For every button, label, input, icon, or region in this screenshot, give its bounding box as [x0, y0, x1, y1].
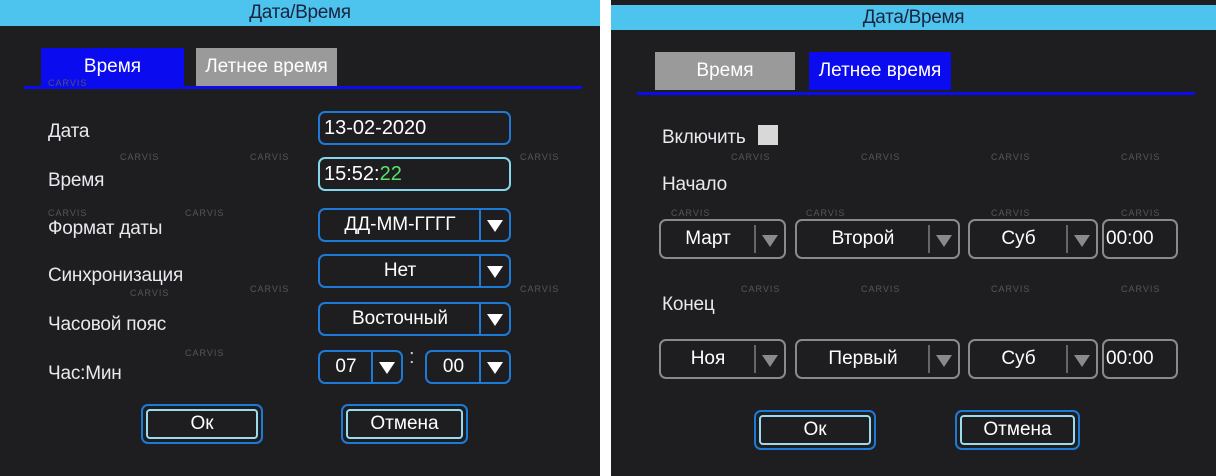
- start-month-select[interactable]: Март: [659, 219, 786, 259]
- watermark: CARVIS: [250, 284, 290, 294]
- watermark: CARVIS: [991, 284, 1031, 294]
- watermark: CARVIS: [991, 152, 1031, 162]
- chevron-down-icon[interactable]: [1066, 225, 1096, 253]
- watermark: CARVIS: [861, 152, 901, 162]
- date-label: Дата: [48, 121, 90, 142]
- watermark: CARVIS: [861, 284, 901, 294]
- ok-button[interactable]: Ок: [141, 404, 263, 444]
- watermark: CARVIS: [731, 152, 771, 162]
- time-settings-panel: Дата/Время Время Летнее время Дата 13-02…: [0, 0, 600, 476]
- watermark: CARVIS: [48, 208, 88, 218]
- summer-time-panel: Дата/Время Время Летнее время Включить Н…: [611, 0, 1216, 476]
- end-week-value: Первый: [828, 348, 898, 369]
- minute-select[interactable]: 00: [425, 350, 511, 384]
- timezone-label: Часовой пояс: [48, 314, 167, 335]
- end-month-value: Ноя: [690, 348, 726, 369]
- end-time-field[interactable]: 00:00: [1102, 339, 1178, 379]
- start-time-field[interactable]: 00:00: [1102, 219, 1178, 259]
- end-month-select[interactable]: Ноя: [659, 339, 786, 379]
- cancel-button-label: Отмена: [960, 415, 1075, 445]
- watermark: CARVIS: [130, 288, 170, 298]
- date-field[interactable]: 13-02-2020: [318, 111, 511, 145]
- start-time-value: 00:00: [1106, 228, 1154, 249]
- end-time-value: 00:00: [1106, 348, 1154, 369]
- watermark: CARVIS: [1121, 152, 1161, 162]
- enable-label: Включить: [662, 127, 746, 148]
- chevron-down-icon[interactable]: [479, 352, 509, 382]
- start-label: Начало: [662, 174, 728, 195]
- hour-minute-separator: :: [409, 346, 415, 368]
- chevron-down-icon[interactable]: [1066, 345, 1096, 373]
- chevron-down-icon[interactable]: [928, 345, 958, 373]
- date-format-select[interactable]: ДД-ММ-ГГГГ: [318, 208, 511, 242]
- end-week-select[interactable]: Первый: [795, 339, 960, 379]
- tab-underline: [637, 92, 1195, 95]
- chevron-down-icon[interactable]: [928, 225, 958, 253]
- sync-select[interactable]: Нет: [318, 254, 511, 288]
- watermark: CARVIS: [671, 208, 711, 218]
- time-label: Время: [48, 170, 105, 191]
- start-week-value: Второй: [831, 228, 895, 249]
- date-format-value: ДД-ММ-ГГГГ: [344, 214, 456, 235]
- watermark: CARVIS: [250, 152, 290, 162]
- sync-label: Синхронизация: [48, 265, 184, 286]
- watermark: CARVIS: [120, 152, 160, 162]
- minute-value: 00: [442, 356, 465, 377]
- cancel-button[interactable]: Отмена: [341, 404, 468, 444]
- tab-underline: [24, 86, 582, 89]
- watermark: CARVIS: [48, 78, 88, 88]
- start-day-select[interactable]: Суб: [968, 219, 1098, 259]
- end-day-select[interactable]: Суб: [968, 339, 1098, 379]
- end-day-value: Суб: [1001, 348, 1036, 369]
- chevron-down-icon[interactable]: [371, 352, 401, 382]
- watermark: CARVIS: [1121, 284, 1161, 294]
- ok-button[interactable]: Ок: [754, 410, 876, 450]
- cancel-button[interactable]: Отмена: [955, 410, 1080, 450]
- timezone-value: Восточный: [351, 308, 449, 329]
- start-month-value: Март: [685, 228, 731, 249]
- watermark: CARVIS: [185, 348, 225, 358]
- ok-button-label: Ок: [146, 409, 258, 439]
- tab-time[interactable]: Время: [655, 52, 795, 90]
- time-seconds: 22: [379, 163, 402, 185]
- tab-summer-time[interactable]: Летнее время: [196, 48, 337, 86]
- window-title: Дата/Время: [611, 5, 1216, 30]
- tab-summer-time[interactable]: Летнее время: [809, 52, 951, 90]
- watermark: CARVIS: [185, 208, 225, 218]
- end-label: Конец: [662, 294, 715, 315]
- watermark: CARVIS: [741, 284, 781, 294]
- start-week-select[interactable]: Второй: [795, 219, 960, 259]
- hourmin-label: Час:Мин: [48, 363, 122, 384]
- chevron-down-icon[interactable]: [479, 304, 509, 334]
- watermark: CARVIS: [991, 208, 1031, 218]
- chevron-down-icon[interactable]: [754, 345, 784, 373]
- enable-checkbox[interactable]: [758, 125, 778, 145]
- watermark: CARVIS: [520, 284, 560, 294]
- watermark: CARVIS: [520, 152, 560, 162]
- sync-value: Нет: [383, 260, 417, 281]
- window-title: Дата/Время: [0, 0, 600, 26]
- watermark: CARVIS: [806, 208, 846, 218]
- hour-select[interactable]: 07: [318, 350, 403, 384]
- chevron-down-icon[interactable]: [479, 210, 509, 240]
- date-format-label: Формат даты: [48, 218, 163, 239]
- hour-value: 07: [335, 356, 357, 377]
- time-field[interactable]: 15:52:22: [318, 157, 511, 191]
- chevron-down-icon[interactable]: [479, 256, 509, 286]
- cancel-button-label: Отмена: [346, 409, 463, 439]
- chevron-down-icon[interactable]: [754, 225, 784, 253]
- watermark: CARVIS: [1121, 208, 1161, 218]
- ok-button-label: Ок: [759, 415, 871, 445]
- timezone-select[interactable]: Восточный: [318, 302, 511, 336]
- start-day-value: Суб: [1001, 228, 1036, 249]
- time-value: 15:52:: [324, 163, 380, 185]
